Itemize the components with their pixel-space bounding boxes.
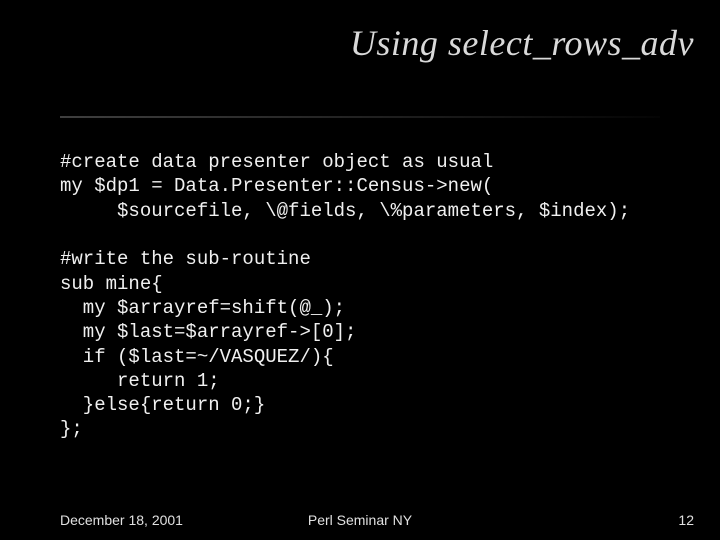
code-line: my $dp1 = Data.Presenter::Census->new( [60,175,493,197]
divider-line [60,116,660,118]
code-line: return 1; [60,370,220,392]
footer-page-number: 12 [678,512,694,528]
code-line: }; [60,418,83,440]
slide: Using select_rows_adv #create data prese… [0,0,720,540]
code-line: #create data presenter object as usual [60,151,493,173]
code-line: my $arrayref=shift(@_); [60,297,345,319]
code-block: #create data presenter object as usual m… [60,150,680,442]
code-line: #write the sub-routine [60,248,311,270]
code-line: my $last=$arrayref->[0]; [60,321,356,343]
code-line: }else{return 0;} [60,394,265,416]
slide-title: Using select_rows_adv [0,0,720,68]
code-line: $sourcefile, \@fields, \%parameters, $in… [60,200,630,222]
code-line: sub mine{ [60,273,163,295]
footer-center: Perl Seminar NY [0,512,720,528]
code-line: if ($last=~/VASQUEZ/){ [60,346,334,368]
